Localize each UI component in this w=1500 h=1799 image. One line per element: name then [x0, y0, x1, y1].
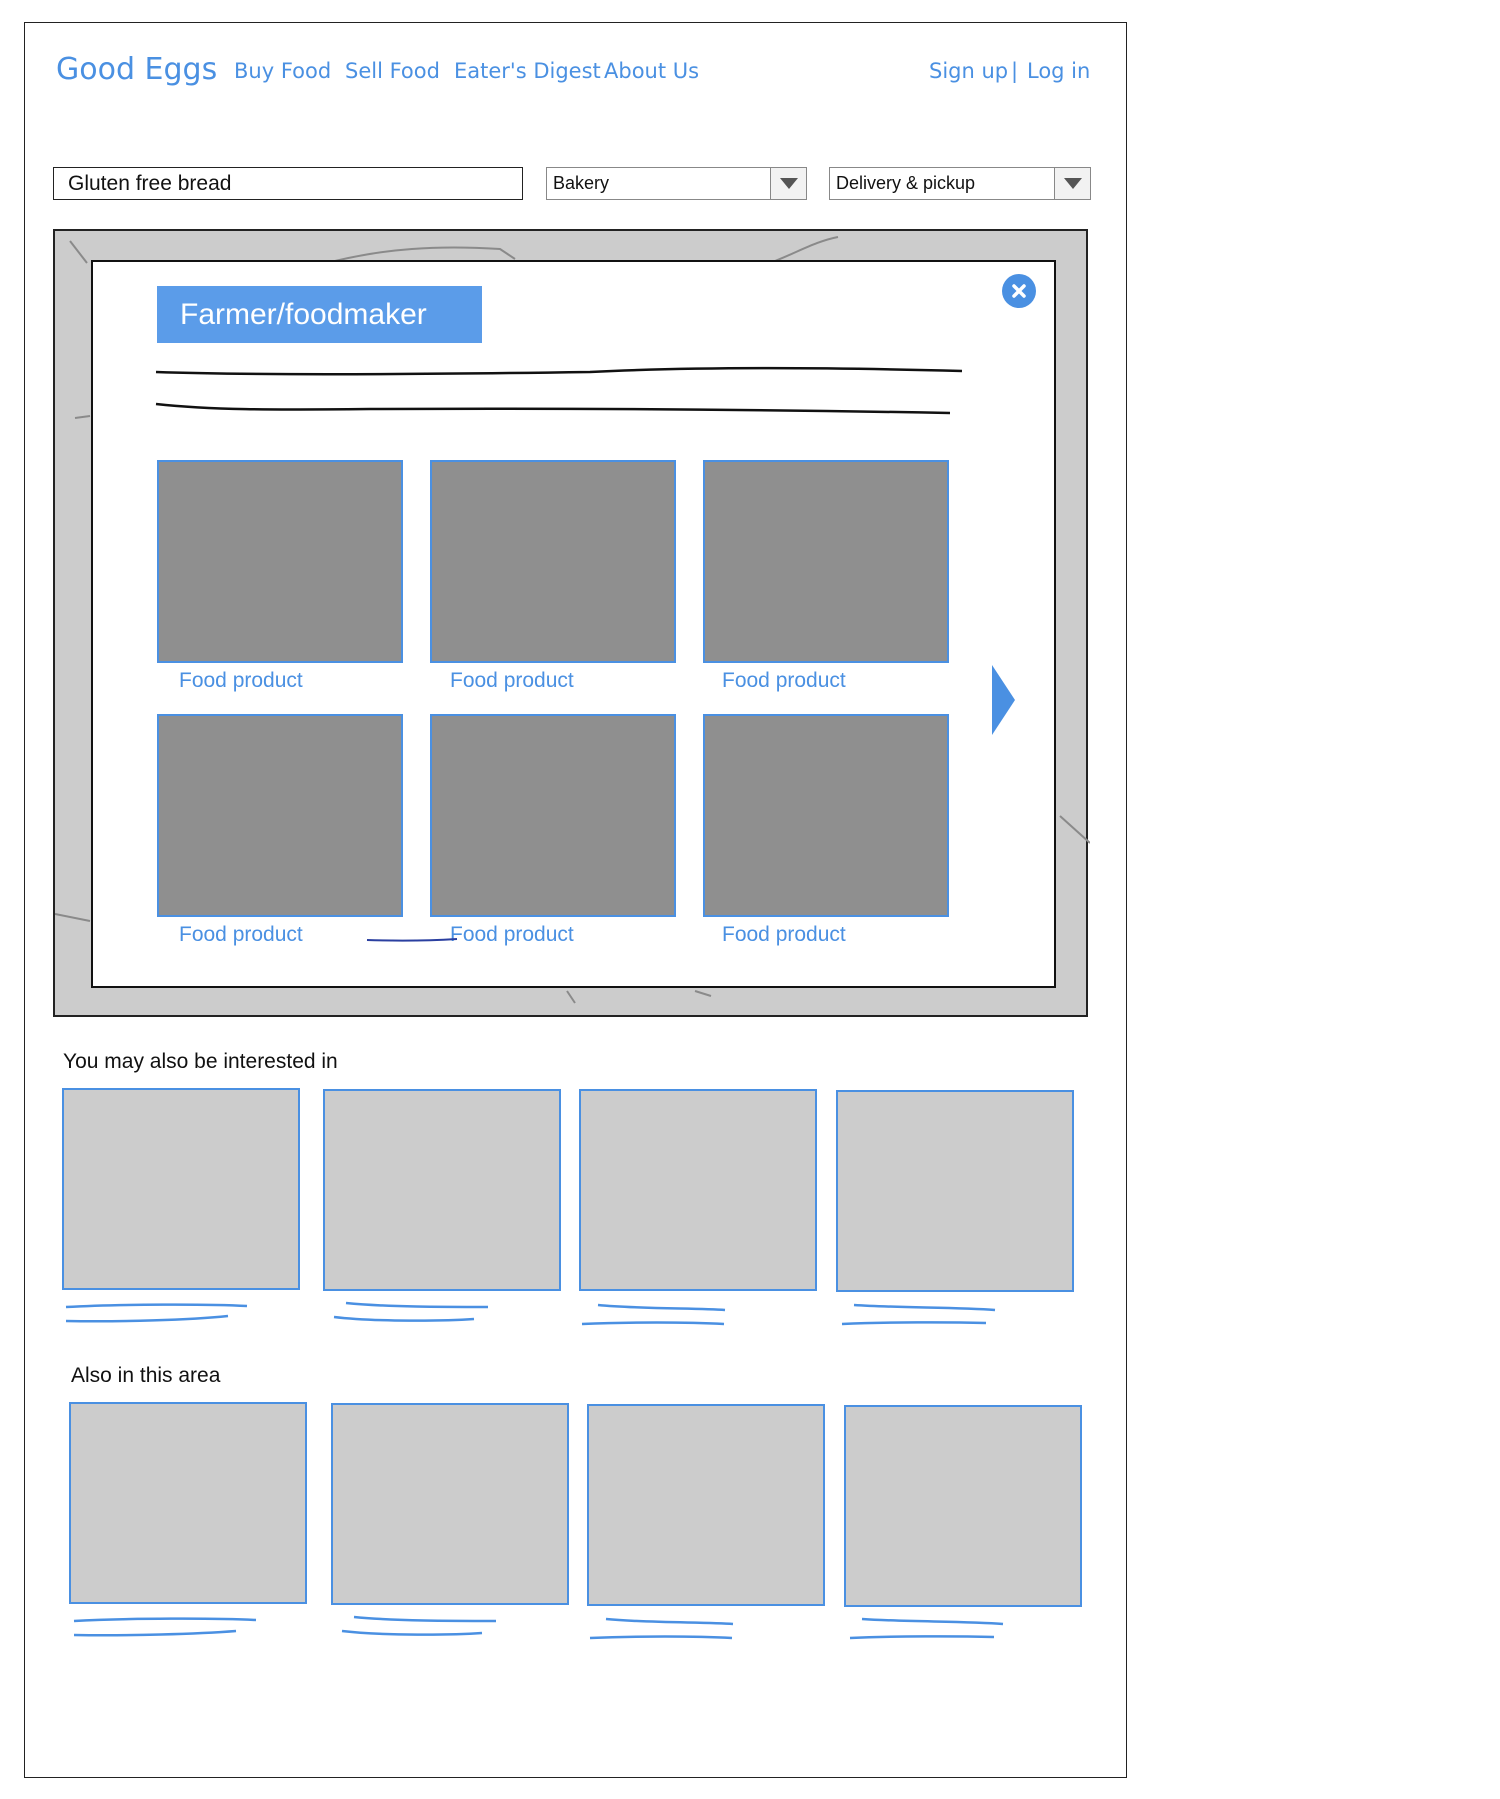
nav-separator: | [1011, 59, 1019, 83]
area-caption-lines [341, 1615, 497, 1636]
product-label[interactable]: Food product [450, 923, 574, 947]
recommendation-caption-lines [841, 1303, 996, 1326]
fulfillment-dropdown-button[interactable] [1054, 168, 1090, 199]
product-label[interactable]: Food product [722, 923, 846, 947]
recommendation-tile[interactable] [836, 1090, 1074, 1292]
area-caption-lines [73, 1617, 257, 1637]
recommendation-tile[interactable] [62, 1088, 300, 1290]
recommendation-tile[interactable] [323, 1089, 561, 1291]
modal-description-lines [155, 366, 963, 415]
modal-title: Farmer/foodmaker [157, 286, 482, 343]
close-button[interactable] [1002, 274, 1036, 308]
area-tile[interactable] [331, 1403, 569, 1605]
chevron-down-icon [779, 178, 798, 189]
product-tile[interactable] [703, 460, 949, 663]
area-tile[interactable] [69, 1402, 307, 1604]
logo[interactable]: Good Eggs [56, 52, 217, 87]
product-tile[interactable] [157, 460, 403, 663]
product-label[interactable]: Food product [722, 669, 846, 693]
area-caption-lines [589, 1617, 734, 1640]
recommendation-caption-lines [333, 1301, 489, 1322]
product-tile[interactable] [430, 460, 676, 663]
area-tile[interactable] [844, 1405, 1082, 1607]
nav-buy-food[interactable]: Buy Food [234, 59, 331, 83]
stray-scribble [366, 938, 458, 942]
product-tile[interactable] [157, 714, 403, 917]
section-heading-interested: You may also be interested in [63, 1050, 338, 1073]
sign-up-link[interactable]: Sign up [929, 59, 1008, 83]
log-in-link[interactable]: Log in [1027, 59, 1090, 83]
fulfillment-select[interactable]: Delivery & pickup [829, 167, 1091, 200]
recommendation-caption-lines [65, 1303, 248, 1323]
area-caption-lines [849, 1617, 1004, 1640]
category-select-value: Bakery [553, 173, 610, 193]
product-label[interactable]: Food product [179, 669, 303, 693]
recommendation-tile[interactable] [579, 1089, 817, 1291]
next-arrow-icon[interactable] [992, 665, 1015, 735]
category-dropdown-button[interactable] [770, 168, 806, 199]
nav-sell-food[interactable]: Sell Food [345, 59, 440, 83]
section-heading-area: Also in this area [71, 1364, 221, 1387]
recommendation-caption-lines [581, 1303, 726, 1326]
close-icon [1012, 284, 1026, 298]
area-tile[interactable] [587, 1404, 825, 1606]
nav-about-us[interactable]: About Us [604, 59, 699, 83]
product-label[interactable]: Food product [450, 669, 574, 693]
fulfillment-select-value: Delivery & pickup [836, 173, 976, 193]
chevron-down-icon [1063, 178, 1082, 189]
product-tile[interactable] [703, 714, 949, 917]
product-tile[interactable] [430, 714, 676, 917]
search-input[interactable] [53, 167, 523, 200]
category-select[interactable]: Bakery [546, 167, 807, 200]
nav-eaters-digest[interactable]: Eater's Digest [454, 59, 601, 83]
product-label[interactable]: Food product [179, 923, 303, 947]
